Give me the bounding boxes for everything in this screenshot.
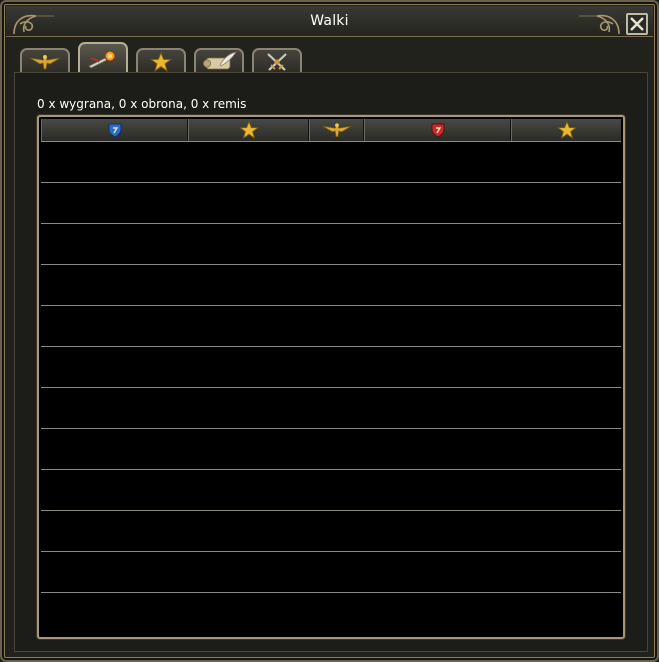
table-row[interactable] (41, 470, 621, 511)
battles-table (37, 115, 625, 639)
column-result[interactable] (309, 119, 364, 141)
gold-star-icon (150, 52, 172, 72)
table-row[interactable] (41, 224, 621, 265)
red-shield-icon (431, 123, 444, 138)
scroll-quill-icon (203, 51, 237, 70)
title-bar[interactable]: Walki (6, 6, 653, 37)
battles-panel: 0 x wygrana, 0 x obrona, 0 x remis (14, 72, 648, 652)
table-header (41, 119, 621, 142)
ornament-icon (579, 14, 620, 35)
column-attacker-team[interactable] (41, 119, 188, 141)
close-button[interactable] (626, 13, 648, 35)
tab-stars[interactable] (136, 48, 186, 74)
winged-sword-icon (88, 50, 116, 69)
table-row[interactable] (41, 347, 621, 388)
battle-summary: 0 x wygrana, 0 x obrona, 0 x remis (37, 97, 247, 111)
table-row[interactable] (41, 511, 621, 552)
golden-eagle-icon (322, 123, 351, 137)
table-row[interactable] (41, 593, 621, 634)
window-title: Walki (310, 13, 349, 29)
table-row[interactable] (41, 265, 621, 306)
blue-shield-icon (108, 123, 121, 138)
table-row[interactable] (41, 306, 621, 347)
battles-window: Walki 0 x wygrana, 0 x obrona, 0 x remis (0, 0, 659, 662)
close-icon (630, 17, 644, 31)
column-defender-rank[interactable] (511, 119, 621, 141)
tab-battles[interactable] (78, 42, 128, 74)
gold-star-icon (238, 121, 259, 139)
table-row[interactable] (41, 552, 621, 593)
column-attacker-rank[interactable] (188, 119, 309, 141)
gold-star-icon (556, 121, 577, 139)
table-row[interactable] (41, 183, 621, 224)
tab-duels[interactable] (252, 48, 302, 74)
column-defender-team[interactable] (364, 119, 511, 141)
golden-eagle-icon (29, 55, 61, 70)
tab-ranking[interactable] (20, 48, 70, 74)
tab-reports[interactable] (194, 48, 244, 74)
crossed-swords-icon (267, 53, 287, 71)
table-row[interactable] (41, 429, 621, 470)
table-row[interactable] (41, 142, 621, 183)
table-row[interactable] (41, 388, 621, 429)
